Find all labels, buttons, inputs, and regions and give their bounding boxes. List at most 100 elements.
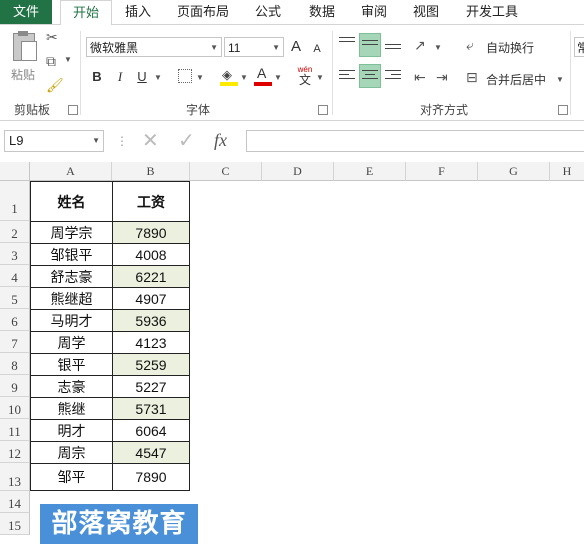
- row-header[interactable]: 12: [0, 441, 30, 463]
- row-header[interactable]: 2: [0, 221, 30, 243]
- tab-home[interactable]: 开始: [60, 0, 112, 26]
- row-header[interactable]: 8: [0, 353, 30, 375]
- clipboard-launcher-icon[interactable]: [68, 105, 78, 115]
- cut-icon[interactable]: ✂: [46, 29, 58, 46]
- align-center-button[interactable]: [359, 64, 381, 88]
- font-color-dropdown-icon[interactable]: ▼: [274, 73, 282, 82]
- font-launcher-icon[interactable]: [318, 105, 328, 115]
- table-header-salary[interactable]: 工资: [112, 181, 190, 222]
- table-cell-name[interactable]: 邹平: [30, 463, 113, 491]
- more-options-icon[interactable]: ⋮: [116, 134, 128, 148]
- table-cell-name[interactable]: 银平: [30, 353, 113, 376]
- cancel-icon[interactable]: ✕: [142, 128, 159, 153]
- copy-dropdown-icon[interactable]: ▼: [64, 55, 72, 64]
- table-cell-name[interactable]: 志豪: [30, 375, 113, 398]
- table-cell-name[interactable]: 舒志豪: [30, 265, 113, 288]
- table-cell-name[interactable]: 周学: [30, 331, 113, 354]
- align-bottom-button[interactable]: [384, 35, 402, 55]
- table-cell-name[interactable]: 明才: [30, 419, 113, 442]
- row-header[interactable]: 13: [0, 463, 30, 491]
- italic-button[interactable]: I: [112, 67, 128, 87]
- merge-center-button[interactable]: 合并后居中: [486, 71, 546, 88]
- phonetic-dropdown-icon[interactable]: ▼: [316, 73, 324, 82]
- table-cell-name[interactable]: 熊继超: [30, 287, 113, 310]
- row-header[interactable]: 14: [0, 491, 30, 513]
- borders-icon[interactable]: [178, 69, 192, 83]
- tab-page-layout[interactable]: 页面布局: [172, 0, 234, 24]
- enter-icon[interactable]: ✓: [178, 128, 195, 153]
- tab-data[interactable]: 数据: [302, 0, 342, 24]
- decrease-indent-icon[interactable]: ⇤: [414, 69, 426, 86]
- alignment-launcher-icon[interactable]: [558, 105, 568, 115]
- number-format-select[interactable]: 常: [574, 37, 584, 57]
- row-header[interactable]: 15: [0, 513, 30, 535]
- row-header[interactable]: 11: [0, 419, 30, 441]
- orientation-icon[interactable]: ↗: [414, 37, 426, 54]
- table-cell-salary[interactable]: 5227: [112, 375, 190, 398]
- row-header[interactable]: 4: [0, 265, 30, 287]
- borders-dropdown-icon[interactable]: ▼: [196, 73, 204, 82]
- column-header-c[interactable]: C: [190, 162, 262, 181]
- column-header-e[interactable]: E: [334, 162, 406, 181]
- column-header-g[interactable]: G: [478, 162, 550, 181]
- table-cell-salary[interactable]: 4008: [112, 243, 190, 266]
- increase-indent-icon[interactable]: ⇥: [436, 69, 448, 86]
- row-header[interactable]: 1: [0, 181, 30, 221]
- row-header[interactable]: 9: [0, 375, 30, 397]
- column-header-a[interactable]: A: [30, 162, 112, 181]
- table-cell-salary[interactable]: 6221: [112, 265, 190, 288]
- align-top-button[interactable]: [338, 35, 356, 55]
- column-header-h[interactable]: H: [550, 162, 584, 181]
- table-cell-salary[interactable]: 4547: [112, 441, 190, 464]
- row-header[interactable]: 5: [0, 287, 30, 309]
- tab-review[interactable]: 审阅: [354, 0, 394, 24]
- table-cell-salary[interactable]: 5936: [112, 309, 190, 332]
- table-cell-salary[interactable]: 5259: [112, 353, 190, 376]
- table-cell-name[interactable]: 周宗: [30, 441, 113, 464]
- phonetic-button[interactable]: wén 文: [296, 65, 314, 87]
- table-cell-name[interactable]: 马明才: [30, 309, 113, 332]
- column-header-f[interactable]: F: [406, 162, 478, 181]
- table-cell-salary[interactable]: 4907: [112, 287, 190, 310]
- insert-function-button[interactable]: fx: [214, 130, 227, 151]
- fill-color-button[interactable]: ◈: [220, 67, 238, 87]
- table-cell-name[interactable]: 邹银平: [30, 243, 113, 266]
- table-cell-salary[interactable]: 4123: [112, 331, 190, 354]
- align-left-button[interactable]: [338, 67, 356, 87]
- table-cell-salary[interactable]: 5731: [112, 397, 190, 420]
- copy-icon[interactable]: ⧉: [46, 53, 56, 70]
- wrap-text-button[interactable]: 自动换行: [486, 39, 534, 56]
- font-name-select[interactable]: 微软雅黑 ▼: [86, 37, 222, 57]
- formula-input[interactable]: [246, 130, 584, 152]
- bold-button[interactable]: B: [88, 67, 106, 87]
- orientation-dropdown-icon[interactable]: ▼: [434, 43, 442, 52]
- row-header[interactable]: 6: [0, 309, 30, 331]
- name-box[interactable]: L9 ▼: [4, 130, 104, 152]
- column-header-d[interactable]: D: [262, 162, 334, 181]
- font-color-button[interactable]: A: [254, 65, 272, 87]
- table-cell-name[interactable]: 周学宗: [30, 221, 113, 244]
- table-cell-salary[interactable]: 7890: [112, 463, 190, 491]
- align-right-button[interactable]: [384, 67, 402, 87]
- row-header[interactable]: 10: [0, 397, 30, 419]
- font-size-select[interactable]: 11 ▼: [224, 37, 284, 57]
- format-painter-icon[interactable]: 🖌: [46, 77, 64, 94]
- column-header-b[interactable]: B: [112, 162, 190, 181]
- table-cell-salary[interactable]: 6064: [112, 419, 190, 442]
- tab-view[interactable]: 视图: [406, 0, 446, 24]
- table-cell-salary[interactable]: 7890: [112, 221, 190, 244]
- merge-dropdown-icon[interactable]: ▼: [556, 75, 564, 84]
- grow-font-button[interactable]: A: [288, 37, 304, 57]
- row-header[interactable]: 7: [0, 331, 30, 353]
- tab-file[interactable]: 文件: [0, 0, 52, 24]
- table-header-name[interactable]: 姓名: [30, 181, 113, 222]
- underline-dropdown-icon[interactable]: ▼: [154, 73, 162, 82]
- table-cell-name[interactable]: 熊继: [30, 397, 113, 420]
- paste-button[interactable]: 粘贴: [6, 31, 40, 91]
- select-all-corner[interactable]: [0, 162, 30, 181]
- align-middle-button[interactable]: [359, 33, 381, 57]
- tab-developer[interactable]: 开发工具: [460, 0, 524, 24]
- underline-button[interactable]: U: [134, 67, 150, 87]
- fill-dropdown-icon[interactable]: ▼: [240, 73, 248, 82]
- tab-formulas[interactable]: 公式: [248, 0, 288, 24]
